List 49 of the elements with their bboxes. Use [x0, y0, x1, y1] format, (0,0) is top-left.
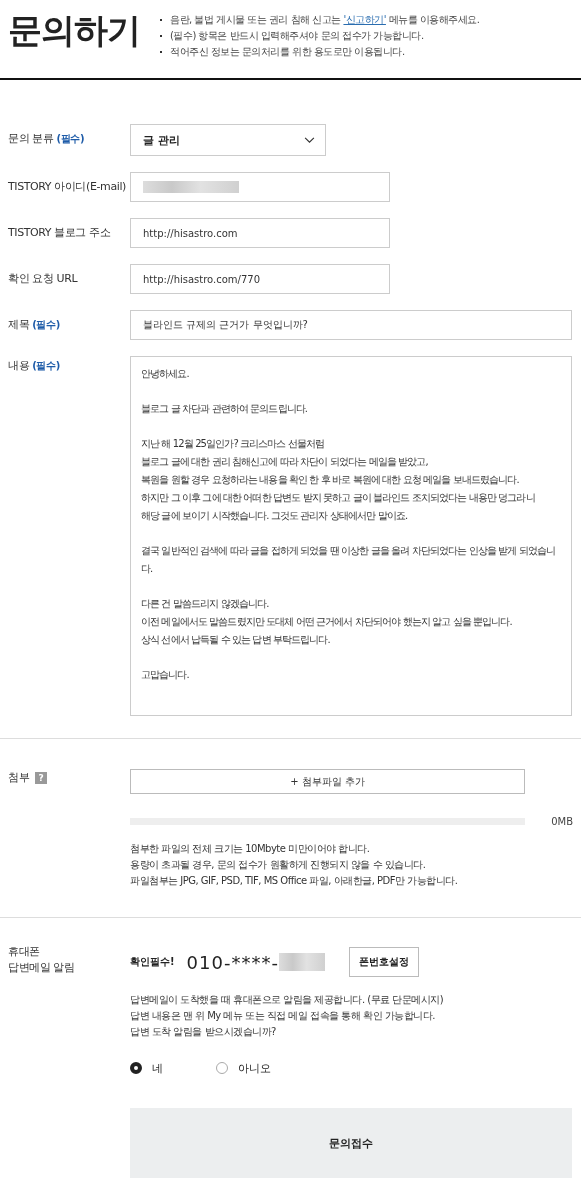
submit-button[interactable]: 문의접수: [130, 1108, 572, 1178]
page-title: 문의하기: [8, 9, 140, 52]
content-line: 결국 일반적인 검색에 따라 글을 접하게 되었을 땐 이상한 글을 올려 차단되었다는 인상을 받게 되었습니다.: [141, 544, 557, 576]
content-line: 다른 건 말씀드리지 않겠습니다.: [141, 597, 270, 611]
content-line: 고맙습니다.: [141, 668, 190, 682]
field-label: 제목 (필수): [8, 318, 60, 331]
field-label: 첨부: [8, 770, 30, 786]
content-line: 하지만 그 이후 그에 대한 어떠한 답변도 받지 못하고 글이 블라인드 조치되었다는 내용만 덩그라니: [141, 491, 536, 505]
notice-text: 음란, 불법 게시물 또는 권리 침해 신고는 '신고하기' 메뉴를 이용해주세요.: [170, 13, 480, 27]
check-label: 확인필수!: [130, 955, 175, 969]
chevron-down-icon: [304, 136, 315, 144]
note-text: 답변메일이 도착했을 때 휴대폰으로 알림을 제공합니다. (무료 단문메시지): [130, 993, 445, 1007]
phone-setting-button[interactable]: 폰번호설정: [348, 947, 419, 977]
phone-number: 010-****-: [186, 951, 279, 973]
field-label: TISTORY 블로그 주소: [8, 226, 111, 239]
input-field[interactable]: 블라인드 규제의 근거가 무엇입니까?: [130, 310, 572, 340]
note-text: 파일첨부는 JPG, GIF, PSD, TIF, MS Office 파일, 아래한글, PDF만 가능합니다.: [130, 874, 459, 888]
content-line: 상식 선에서 납득될 수 있는 답변 부탁드립니다.: [141, 633, 331, 647]
note-text: 답변 내용은 맨 위 My 메뉴 또는 직접 메일 접속을 통해 확인 가능합니다.: [130, 1009, 436, 1023]
note-text: 용량이 초과될 경우, 문의 접수가 원활하게 진행되지 않을 수 있습니다.: [130, 858, 427, 872]
notice-text: 적어주신 정보는 문의처리를 위한 용도로만 이용됩니다.: [170, 45, 405, 59]
content-line: 해당 글에 보이기 시작했습니다. 그것도 관리자 상태에서만 말이죠.: [141, 509, 409, 523]
content-line: 지난 해 12월 25일인가? 크리스마스 선물처럼: [141, 437, 326, 451]
field-label: 휴대폰: [8, 944, 41, 960]
content-line: 이전 메일에서도 말씀드렸지만 도대체 어떤 근거에서 차단되어야 했는지 알고 싶을 뿐입니다.: [141, 615, 513, 629]
content-line: 블로그 글에 대한 권리 침해신고에 따라 차단이 되었다는 메일을 받았고,: [141, 455, 429, 469]
radio-label: 아니오: [238, 1060, 271, 1076]
field-label: 답변메일 알림: [8, 960, 76, 976]
content-line: 안녕하세요.: [141, 367, 190, 381]
input-field[interactable]: http://hisastro.com: [130, 218, 390, 248]
radio-button[interactable]: [130, 1062, 142, 1074]
note-text: 답변 도착 알림을 받으시겠습니까?: [130, 1025, 277, 1039]
report-link[interactable]: '신고하기': [343, 14, 386, 25]
field-label: 문의 분류 (필수): [8, 132, 85, 145]
input-field[interactable]: http://hisastro.com/770: [130, 264, 390, 294]
email-field[interactable]: [130, 172, 390, 202]
size-text: 0MB: [551, 816, 573, 827]
category-select[interactable]: 글 관리: [130, 124, 326, 156]
add-file-button[interactable]: + 첨부파일 추가: [130, 769, 525, 794]
blurred-text: [278, 953, 325, 971]
notice-text: (필수) 항목은 반드시 입력해주셔야 문의 접수가 가능합니다.: [170, 29, 424, 43]
content-field[interactable]: [130, 356, 572, 716]
field-label: 내용 (필수): [8, 359, 60, 372]
radio-label: 네: [152, 1060, 163, 1076]
content-line: 블로그 글 차단과 관련하여 문의드립니다.: [141, 402, 309, 416]
note-text: 첨부한 파일의 전체 크기는 10Mbyte 미만이어야 합니다.: [130, 842, 371, 856]
field-label: TISTORY 아이디(E-mail): [8, 180, 126, 193]
content-line: 복원을 원할 경우 요청하라는 내용을 확인 한 후 바로 복원에 대한 요청 메일을 보내드렸습니다.: [141, 473, 520, 487]
field-label: 확인 요청 URL: [8, 272, 78, 285]
